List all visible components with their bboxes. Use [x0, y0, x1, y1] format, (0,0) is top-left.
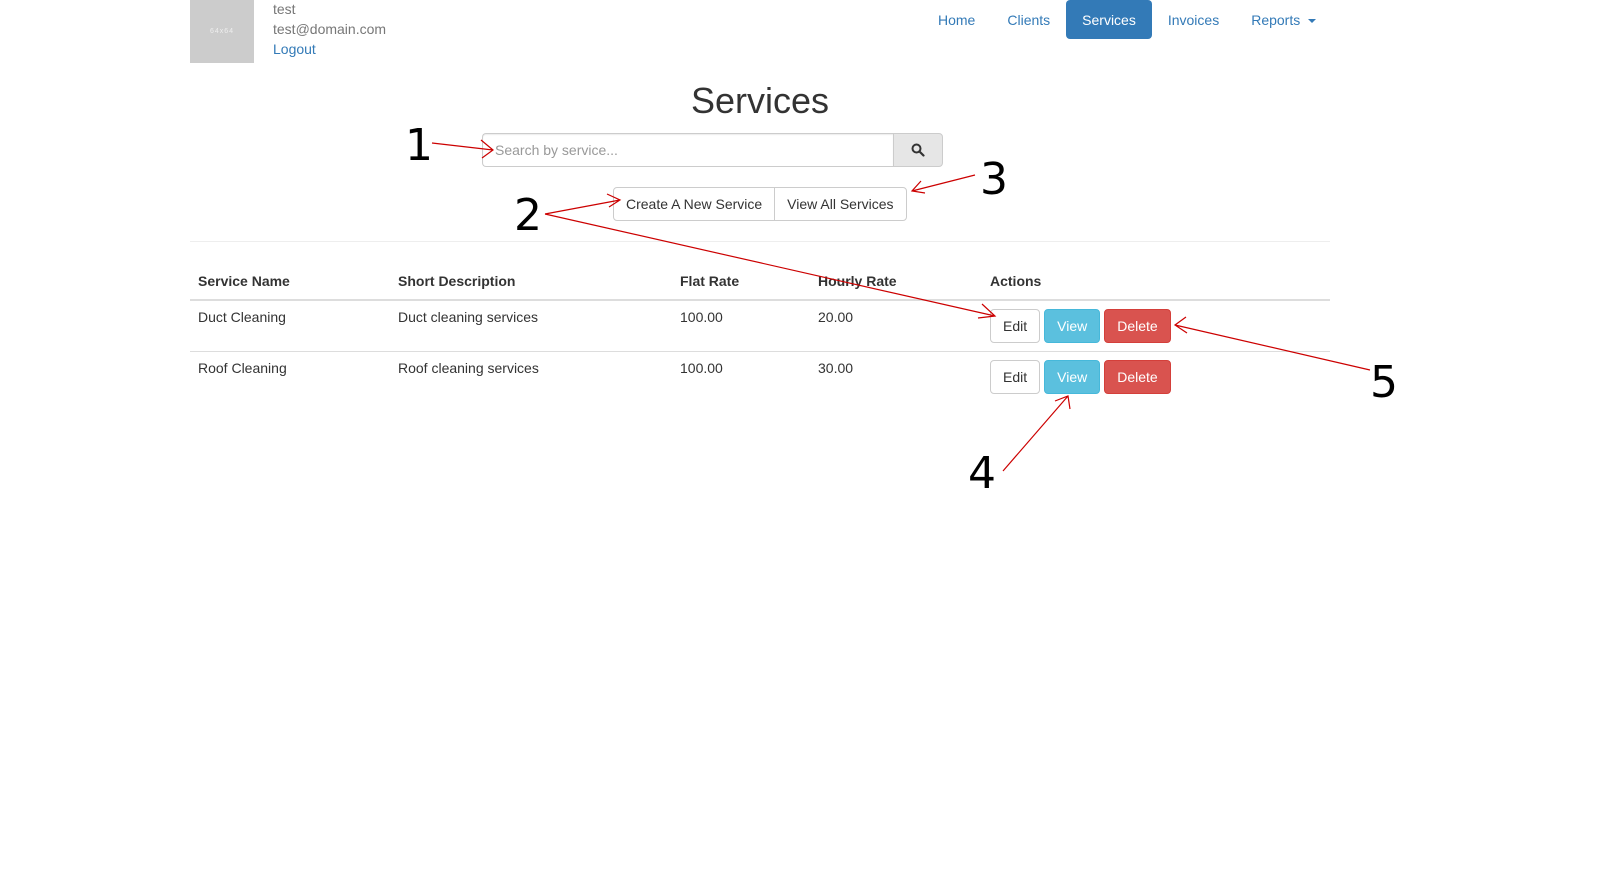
annotation-label-5: 5	[1370, 357, 1398, 408]
page-title: Services	[690, 80, 830, 121]
row-actions: Edit View Delete	[990, 309, 1322, 343]
services-table: Service Name Short Description Flat Rate…	[190, 266, 1330, 403]
service-actions-group: Create A New Service View All Services	[613, 187, 907, 221]
nav-item-label: Clients	[1007, 12, 1051, 28]
cell-service-name: Roof Cleaning	[190, 351, 390, 403]
nav-item-label: Home	[938, 12, 976, 28]
annotation-arrow-3	[910, 174, 976, 194]
annotation-label-3: 3	[980, 154, 1008, 205]
cell-actions: Edit View Delete	[982, 300, 1330, 352]
table-header-row: Service Name Short Description Flat Rate…	[190, 266, 1330, 301]
table-row: Roof Cleaning Roof cleaning services 100…	[190, 351, 1330, 403]
nav-item-clients[interactable]: Clients	[991, 0, 1066, 39]
column-header-short-description: Short Description	[390, 266, 672, 301]
user-avatar: 64x64	[190, 0, 254, 63]
column-header-hourly-rate: Hourly Rate	[810, 266, 982, 301]
nav-item-home[interactable]: Home	[922, 0, 991, 39]
cell-actions: Edit View Delete	[982, 351, 1330, 403]
search-button[interactable]	[893, 133, 943, 167]
caret-down-icon	[1308, 19, 1317, 24]
cell-hourly-rate: 20.00	[818, 309, 854, 325]
create-service-button[interactable]: Create A New Service	[613, 187, 776, 221]
annotation-label-1: 1	[405, 120, 433, 171]
view-button[interactable]: View	[1044, 360, 1101, 394]
view-all-services-button[interactable]: View All Services	[774, 187, 907, 221]
cell-service-name: Duct Cleaning	[198, 309, 286, 325]
annotation-arrow-4	[1002, 395, 1071, 472]
logout-link[interactable]: Logout	[273, 41, 316, 57]
nav-item-reports[interactable]: Reports	[1235, 0, 1332, 39]
divider	[190, 241, 1330, 242]
user-email: test@domain.com	[273, 21, 387, 37]
nav-item-label: Services	[1082, 12, 1136, 28]
search-icon	[911, 143, 925, 157]
cell-flat-rate: 100.00	[680, 309, 723, 325]
user-name: test	[273, 1, 296, 17]
column-header-service-name: Service Name	[190, 266, 390, 301]
delete-button[interactable]: Delete	[1104, 360, 1171, 394]
edit-button[interactable]: Edit	[990, 360, 1041, 394]
delete-button[interactable]: Delete	[1104, 309, 1171, 343]
nav-item-label: Reports	[1251, 12, 1301, 28]
cell-short-description: Roof cleaning services	[390, 351, 672, 403]
nav-item-services[interactable]: Services	[1066, 0, 1152, 39]
nav-item-invoices[interactable]: Invoices	[1152, 0, 1235, 39]
annotation-label-4: 4	[968, 448, 996, 499]
annotation-arrow-2a	[544, 193, 622, 215]
column-header-flat-rate: Flat Rate	[672, 266, 810, 301]
search-group	[482, 133, 943, 167]
cell-hourly-rate: 30.00	[810, 351, 982, 403]
main-nav: Home Clients Services Invoices Reports	[922, 0, 1332, 39]
view-button[interactable]: View	[1044, 309, 1101, 343]
column-header-actions: Actions	[982, 266, 1330, 301]
row-actions: Edit View Delete	[990, 360, 1322, 394]
search-input[interactable]	[482, 133, 893, 167]
nav-item-label: Invoices	[1167, 12, 1220, 28]
annotation-label-2: 2	[514, 190, 542, 241]
cell-short-description: Duct cleaning services	[398, 309, 539, 325]
avatar-placeholder-text: 64x64	[209, 28, 235, 35]
cell-flat-rate: 100.00	[672, 351, 810, 403]
edit-button[interactable]: Edit	[990, 309, 1041, 343]
table-row: Duct Cleaning Duct cleaning services 100…	[190, 300, 1330, 352]
